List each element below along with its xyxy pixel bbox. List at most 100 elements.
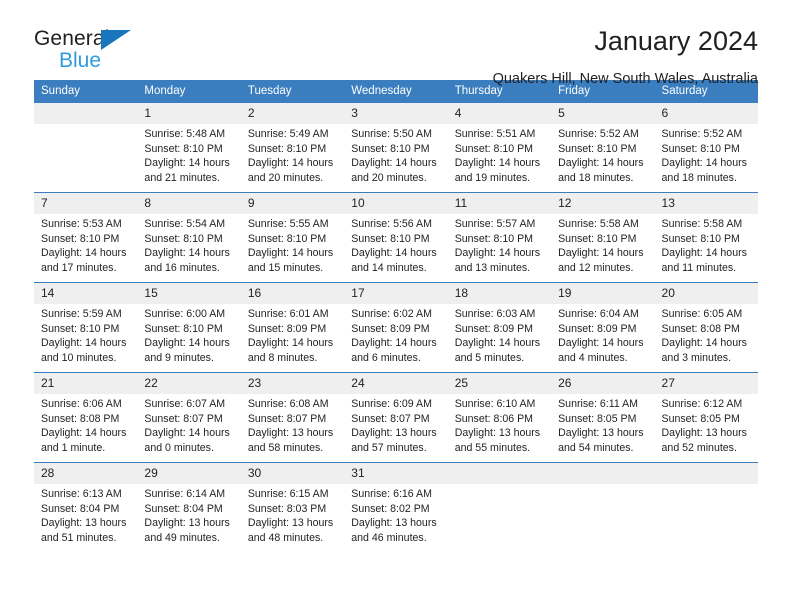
day-number [34,103,138,124]
day-number: 30 [240,463,345,484]
day-number: 22 [137,373,241,394]
day-info: Sunrise: 5:53 AM Sunset: 8:10 PM Daylight:… [34,214,137,276]
sunrise-text: Sunrise: 5:58 AM [661,218,743,230]
sunset-text: Sunset: 8:05 PM [661,412,740,425]
day-info: Sunrise: 6:08 AM Sunset: 8:07 PM Daylight:… [241,394,344,456]
day-number: 20 [654,283,758,304]
sunset-text: Sunset: 8:08 PM [41,412,120,425]
sunset-text: Sunset: 8:10 PM [661,142,740,155]
daylight-text: Daylight: 13 hours and 46 minutes. [351,517,437,545]
sunrise-text: Sunrise: 6:12 AM [661,398,743,410]
day-number: 12 [551,193,655,214]
day-info: Sunrise: 5:58 AM Sunset: 8:10 PM Daylight:… [655,214,758,276]
day-number: 23 [240,373,345,394]
sunset-text: Sunset: 8:09 PM [247,322,327,335]
sunrise-text: Sunrise: 5:51 AM [454,128,536,140]
day-number [447,463,552,484]
day-number: 31 [344,463,448,484]
day-info: Sunrise: 5:50 AM Sunset: 8:10 PM Daylight:… [344,124,447,186]
general-blue-logo[interactable]: General Blue [34,26,164,74]
sunrise-text: Sunrise: 5:57 AM [454,218,536,230]
daylight-text: Daylight: 13 hours and 49 minutes. [144,517,230,545]
daylight-text: Daylight: 14 hours and 3 minutes. [661,337,747,365]
day-cell [654,462,758,552]
sunrise-text: Sunrise: 5:55 AM [247,218,329,230]
day-number: 18 [447,283,552,304]
daylight-text: Daylight: 14 hours and 13 minutes. [454,247,541,275]
page-header: General Blue January 2024 Quakers Hill, … [34,0,758,87]
sunset-text: Sunset: 8:10 PM [661,232,740,245]
sunset-text: Sunset: 8:03 PM [247,502,327,515]
day-cell: 11 Sunrise: 5:57 AM Sunset: 8:10 PM Dayligh… [447,192,552,283]
daylight-text: Daylight: 14 hours and 18 minutes. [558,157,644,185]
day-cell: 13 Sunrise: 5:58 AM Sunset: 8:10 PM Dayligh… [654,192,758,283]
day-cell: 25 Sunrise: 6:10 AM Sunset: 8:06 PM Dayligh… [447,372,552,463]
logo-triangle-icon [101,30,131,50]
day-info: Sunrise: 5:58 AM Sunset: 8:10 PM Daylight:… [551,214,654,276]
sunset-text: Sunset: 8:10 PM [454,232,534,245]
day-number: 25 [447,373,552,394]
sunset-text: Sunset: 8:10 PM [558,232,637,245]
day-info: Sunrise: 6:07 AM Sunset: 8:07 PM Daylight:… [137,394,240,456]
daylight-text: Daylight: 13 hours and 51 minutes. [41,517,127,545]
day-number: 27 [654,373,758,394]
day-number: 16 [240,283,345,304]
daylight-text: Daylight: 13 hours and 57 minutes. [351,427,437,455]
sunrise-text: Sunrise: 5:52 AM [661,128,743,140]
calendar-week-row: 1 Sunrise: 5:48 AM Sunset: 8:10 PM Daylight… [34,103,758,193]
day-cell: 10 Sunrise: 5:56 AM Sunset: 8:10 PM Dayligh… [344,192,448,283]
sunrise-text: Sunrise: 5:50 AM [351,128,432,140]
day-cell: 6 Sunrise: 5:52 AM Sunset: 8:10 PM Daylight… [654,103,758,193]
day-info: Sunrise: 5:59 AM Sunset: 8:10 PM Daylight:… [34,304,137,366]
day-cell: 28 Sunrise: 6:13 AM Sunset: 8:04 PM Dayligh… [34,462,138,552]
day-info: Sunrise: 6:09 AM Sunset: 8:07 PM Daylight:… [344,394,447,456]
sunrise-text: Sunrise: 5:48 AM [144,128,226,140]
sunrise-text: Sunrise: 5:52 AM [558,128,639,140]
day-info: Sunrise: 6:15 AM Sunset: 8:03 PM Daylight:… [241,484,344,546]
sunrise-text: Sunrise: 6:09 AM [351,398,432,410]
logo-text-blue: Blue [59,49,102,72]
sunrise-text: Sunrise: 6:00 AM [144,308,226,320]
day-cell: 26 Sunrise: 6:11 AM Sunset: 8:05 PM Dayligh… [551,372,655,463]
day-info: Sunrise: 6:11 AM Sunset: 8:05 PM Daylight:… [551,394,654,456]
daylight-text: Daylight: 14 hours and 20 minutes. [247,157,334,185]
sunrise-text: Sunrise: 5:56 AM [351,218,432,230]
daylight-text: Daylight: 14 hours and 21 minutes. [144,157,230,185]
day-cell: 14 Sunrise: 5:59 AM Sunset: 8:10 PM Dayligh… [34,282,138,373]
day-number: 3 [344,103,448,124]
day-info: Sunrise: 5:57 AM Sunset: 8:10 PM Daylight:… [448,214,551,276]
daylight-text: Daylight: 14 hours and 15 minutes. [247,247,334,275]
day-number [551,463,655,484]
day-cell: 23 Sunrise: 6:08 AM Sunset: 8:07 PM Dayligh… [240,372,345,463]
logo-text-general: General [34,27,110,50]
sunset-text: Sunset: 8:02 PM [351,502,430,515]
day-info: Sunrise: 6:14 AM Sunset: 8:04 PM Daylight:… [137,484,240,546]
day-info: Sunrise: 6:03 AM Sunset: 8:09 PM Daylight:… [448,304,551,366]
sunset-text: Sunset: 8:10 PM [144,232,223,245]
sunrise-text: Sunrise: 6:11 AM [558,398,638,410]
sunset-text: Sunset: 8:10 PM [144,322,223,335]
day-cell: 20 Sunrise: 6:05 AM Sunset: 8:08 PM Dayligh… [654,282,758,373]
day-cell: 21 Sunrise: 6:06 AM Sunset: 8:08 PM Dayligh… [34,372,138,463]
day-number: 7 [34,193,138,214]
daylight-text: Daylight: 14 hours and 5 minutes. [454,337,541,365]
sunset-text: Sunset: 8:10 PM [247,232,327,245]
sunset-text: Sunset: 8:09 PM [351,322,430,335]
day-number: 29 [137,463,241,484]
day-number: 6 [654,103,758,124]
sunset-text: Sunset: 8:10 PM [247,142,327,155]
day-info: Sunrise: 6:13 AM Sunset: 8:04 PM Daylight:… [34,484,137,546]
day-number [654,463,758,484]
day-number: 26 [551,373,655,394]
sunrise-text: Sunrise: 6:01 AM [247,308,329,320]
page-title: January 2024 [594,26,758,56]
sunrise-text: Sunrise: 5:59 AM [41,308,122,320]
sunset-text: Sunset: 8:10 PM [144,142,223,155]
daylight-text: Daylight: 14 hours and 14 minutes. [351,247,437,275]
sunset-text: Sunset: 8:10 PM [41,322,120,335]
day-info: Sunrise: 6:04 AM Sunset: 8:09 PM Daylight:… [551,304,654,366]
sunset-text: Sunset: 8:05 PM [558,412,637,425]
calendar-body: 1 Sunrise: 5:48 AM Sunset: 8:10 PM Daylight… [34,103,758,552]
day-cell: 31 Sunrise: 6:16 AM Sunset: 8:02 PM Dayligh… [344,462,448,552]
daylight-text: Daylight: 14 hours and 9 minutes. [144,337,230,365]
